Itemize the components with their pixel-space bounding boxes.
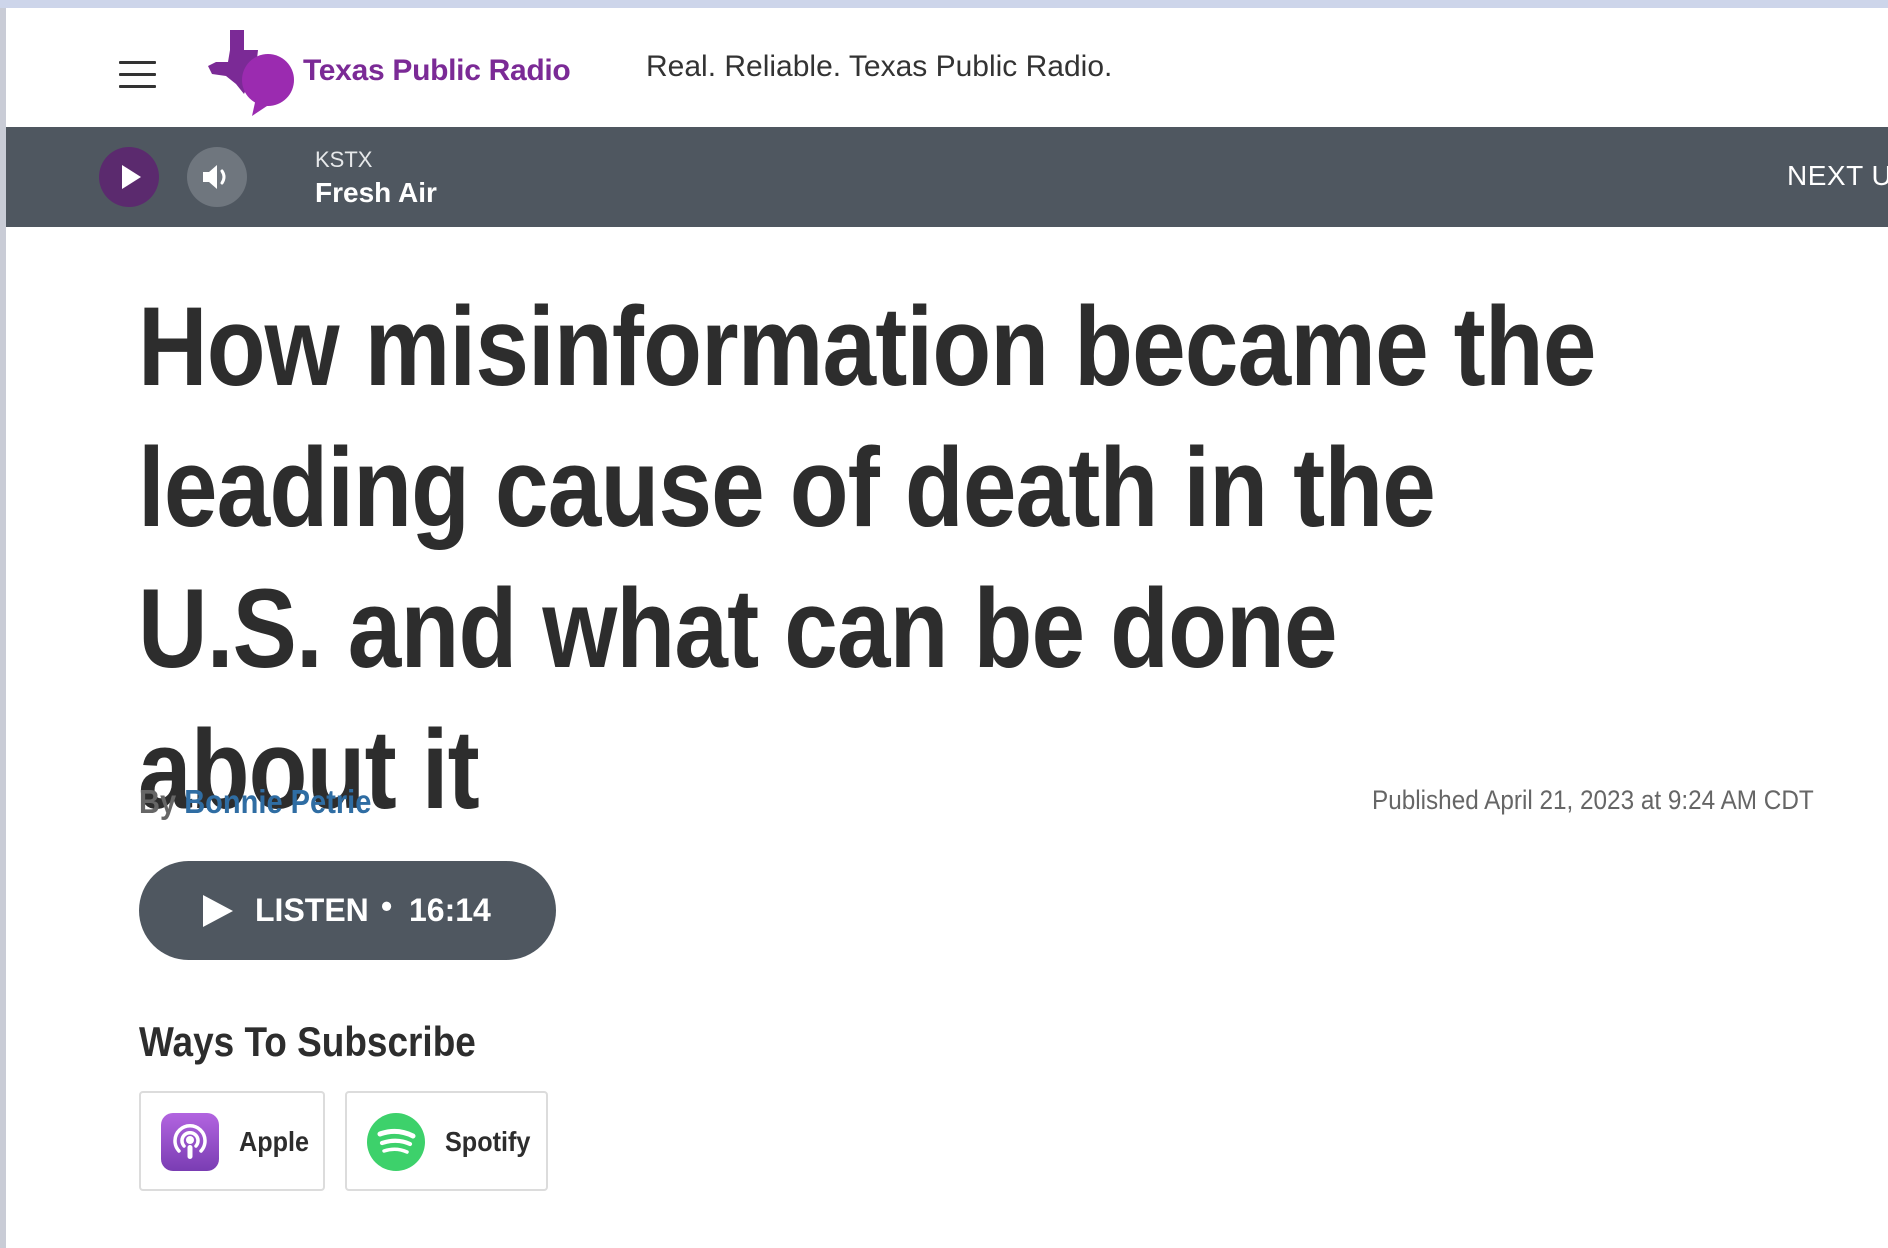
- listen-button[interactable]: LISTEN • 16:14: [139, 861, 556, 960]
- volume-icon: [203, 165, 226, 189]
- browser-top-strip: [0, 0, 1888, 8]
- author-link[interactable]: Bonnie Petrie: [184, 783, 371, 820]
- site-tagline: Real. Reliable. Texas Public Radio.: [646, 50, 1113, 83]
- subscribe-spotify-label: Spotify: [445, 1126, 531, 1157]
- subscribe-apple-label: Apple: [239, 1126, 310, 1157]
- subscribe-spotify-button[interactable]: Spotify: [345, 1091, 548, 1191]
- spotify-icon: [367, 1113, 425, 1171]
- listen-label: LISTEN: [255, 892, 369, 928]
- texas-logo-icon: [208, 30, 294, 116]
- byline-prefix: By: [139, 783, 185, 820]
- logo-text: Texas Public Radio: [303, 54, 571, 87]
- apple-podcasts-icon: [161, 1113, 219, 1171]
- player-next-up[interactable]: NEXT U: [1787, 160, 1888, 192]
- subscribe-heading: Ways To Subscribe: [139, 1018, 476, 1065]
- play-icon: [203, 895, 233, 927]
- site-logo[interactable]: Texas Public Radio: [206, 28, 606, 118]
- live-player-bar: KSTX Fresh Air NEXT U: [6, 127, 1888, 227]
- site-header: Texas Public Radio Real. Reliable. Texas…: [6, 8, 1888, 127]
- player-play-button[interactable]: [99, 147, 159, 207]
- hamburger-menu-icon[interactable]: [116, 54, 166, 94]
- published-date: Published April 21, 2023 at 9:24 AM CDT: [1372, 785, 1814, 815]
- player-program-title[interactable]: Fresh Air: [315, 177, 437, 209]
- player-volume-button[interactable]: [187, 147, 247, 207]
- play-icon: [122, 165, 141, 189]
- listen-separator: •: [381, 888, 393, 924]
- article-headline: How misinformation became the leading ca…: [138, 284, 1596, 832]
- listen-duration: 16:14: [409, 892, 491, 928]
- article-byline: By Bonnie Petrie: [139, 783, 371, 821]
- player-station: KSTX: [315, 147, 373, 172]
- subscribe-apple-button[interactable]: Apple: [139, 1091, 325, 1191]
